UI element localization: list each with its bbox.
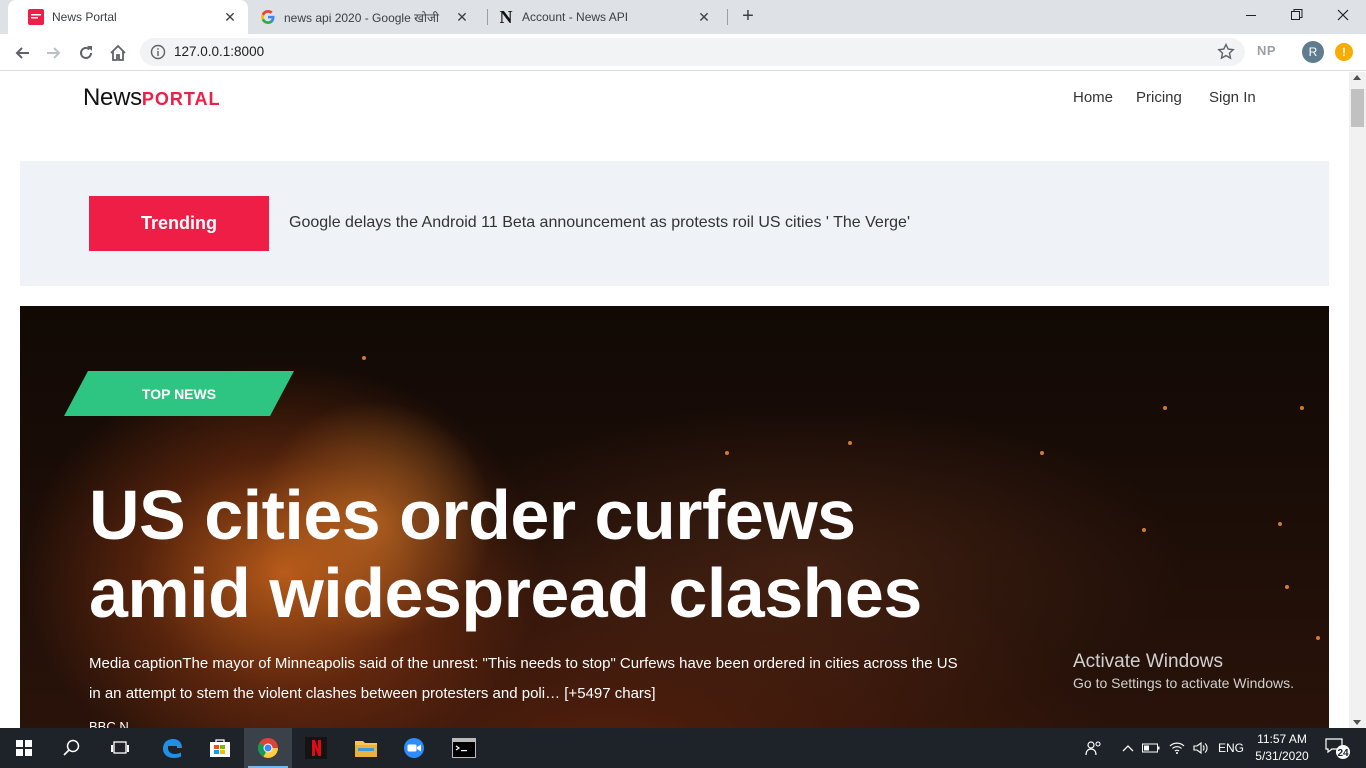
start-button[interactable] xyxy=(0,728,48,768)
watermark-subtitle: Go to Settings to activate Windows. xyxy=(1073,675,1294,691)
home-button[interactable] xyxy=(105,40,131,66)
nav-home-link[interactable]: Home xyxy=(1073,89,1113,106)
back-button[interactable] xyxy=(9,40,35,66)
ember-decoration xyxy=(1316,636,1320,640)
wifi-icon[interactable] xyxy=(1166,728,1188,768)
site-info-icon[interactable] xyxy=(150,44,166,60)
clock-time: 11:57 AM xyxy=(1257,732,1307,746)
zoom-icon[interactable] xyxy=(390,728,438,768)
show-hidden-icons-chevron-icon[interactable] xyxy=(1118,728,1138,768)
file-explorer-icon[interactable] xyxy=(342,728,390,768)
url-text[interactable]: 127.0.0.1:8000 xyxy=(174,44,264,59)
tab-title: Account - News API xyxy=(522,10,629,24)
nav-sign-in-link[interactable]: Sign In xyxy=(1209,89,1256,106)
windows-taskbar: ENG 11:57 AM 5/31/2020 24 xyxy=(0,728,1366,768)
google-favicon-icon xyxy=(260,9,276,25)
ember-decoration xyxy=(362,356,366,360)
close-tab-icon[interactable]: ✕ xyxy=(222,9,238,25)
search-icon[interactable] xyxy=(48,728,96,768)
browser-toolbar: 127.0.0.1:8000 xyxy=(0,34,1366,71)
tab-title: News Portal xyxy=(52,10,117,24)
hero-source: BBC N... xyxy=(89,719,140,728)
top-news-badge: TOP NEWS xyxy=(141,385,217,402)
trending-bar: Trending Google delays the Android 11 Be… xyxy=(20,161,1329,286)
news-api-favicon-icon: N xyxy=(499,6,513,27)
news-portal-favicon-icon xyxy=(28,9,44,25)
tab-google-search[interactable]: news api 2020 - Google खोजी ✕ xyxy=(240,0,480,34)
browser-alert-icon[interactable]: ! xyxy=(1335,43,1353,61)
logo-text: News xyxy=(83,84,142,111)
page-scrollbar[interactable] xyxy=(1349,72,1366,728)
people-icon[interactable] xyxy=(1080,728,1108,768)
scroll-down-arrow-icon[interactable] xyxy=(1353,720,1361,725)
address-bar[interactable]: 127.0.0.1:8000 xyxy=(140,38,1245,66)
trending-headline[interactable]: Google delays the Android 11 Beta announ… xyxy=(289,214,910,232)
microsoft-store-icon[interactable] xyxy=(196,728,244,768)
hero-headline[interactable]: US cities order curfews amid widespread … xyxy=(89,476,1009,632)
logo-accent-text: PORTAL xyxy=(141,89,221,109)
page-viewport: NewsPORTAL Home Pricing Sign In Trending… xyxy=(0,72,1349,728)
ember-decoration xyxy=(725,451,729,455)
tab-news-portal[interactable]: News Portal ✕ xyxy=(8,0,248,34)
forward-button[interactable] xyxy=(41,40,67,66)
close-tab-icon[interactable]: ✕ xyxy=(454,9,470,25)
activate-windows-watermark: Activate Windows Go to Settings to activ… xyxy=(1073,651,1294,691)
restore-button[interactable] xyxy=(1274,0,1320,30)
scrollbar-thumb[interactable] xyxy=(1351,89,1364,127)
ember-decoration xyxy=(848,441,852,445)
netflix-icon[interactable] xyxy=(292,728,340,768)
hero-banner[interactable]: TOP NEWS US cities order curfews amid wi… xyxy=(20,306,1329,728)
tab-separator xyxy=(727,9,728,25)
hero-summary: Media captionThe mayor of Minneapolis sa… xyxy=(89,655,958,702)
profile-avatar[interactable]: R xyxy=(1302,41,1324,63)
tab-strip: News Portal ✕ news api 2020 - Google खोज… xyxy=(0,0,1366,34)
notification-count: 24 xyxy=(1337,748,1349,759)
command-prompt-icon[interactable] xyxy=(440,728,488,768)
tab-title: news api 2020 - Google खोजी xyxy=(284,10,440,25)
edge-browser-icon[interactable] xyxy=(148,728,196,768)
volume-icon[interactable] xyxy=(1190,728,1212,768)
close-window-button[interactable] xyxy=(1320,0,1366,30)
task-view-icon[interactable] xyxy=(96,728,144,768)
new-tab-button[interactable]: + xyxy=(737,6,759,28)
chrome-taskbar-icon[interactable] xyxy=(244,728,292,768)
bookmark-star-icon[interactable] xyxy=(1217,42,1235,61)
action-center-icon[interactable]: 24 xyxy=(1322,728,1354,768)
close-tab-icon[interactable]: ✕ xyxy=(696,9,712,25)
extension-np-button[interactable]: NP xyxy=(1257,43,1276,58)
clock-date: 5/31/2020 xyxy=(1255,749,1309,763)
battery-icon[interactable] xyxy=(1140,728,1162,768)
ember-decoration xyxy=(1142,528,1146,532)
ember-decoration xyxy=(1040,451,1044,455)
watermark-title: Activate Windows xyxy=(1073,651,1223,672)
language-indicator[interactable]: ENG xyxy=(1214,728,1248,768)
site-logo[interactable]: NewsPORTAL xyxy=(83,84,220,112)
reload-button[interactable] xyxy=(73,40,99,66)
nav-pricing-link[interactable]: Pricing xyxy=(1136,89,1182,106)
scroll-up-arrow-icon[interactable] xyxy=(1353,75,1361,80)
ember-decoration xyxy=(1163,406,1167,410)
tab-news-api-account[interactable]: N Account - News API ✕ xyxy=(478,0,722,34)
trending-label: Trending xyxy=(89,196,269,251)
minimize-button[interactable] xyxy=(1228,0,1274,30)
ember-decoration xyxy=(1278,522,1282,526)
ember-decoration xyxy=(1285,585,1289,589)
taskbar-clock[interactable]: 11:57 AM 5/31/2020 xyxy=(1244,731,1320,765)
ember-decoration xyxy=(1300,406,1304,410)
